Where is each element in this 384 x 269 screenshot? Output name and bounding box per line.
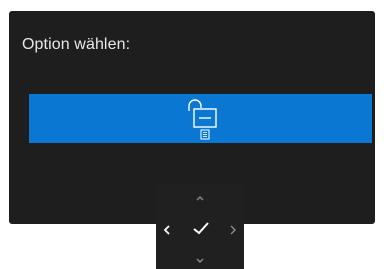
document-icon	[200, 129, 210, 140]
chevron-left-icon[interactable]	[157, 220, 177, 240]
unlock-icon	[188, 99, 217, 140]
chevron-down-icon[interactable]	[190, 250, 210, 269]
monitor-osd-screen: Option wählen:	[0, 0, 384, 269]
chevron-right-icon[interactable]	[223, 220, 243, 240]
osd-title: Option wählen:	[22, 36, 131, 53]
chevron-up-icon[interactable]	[190, 189, 210, 209]
checkmark-icon[interactable]	[190, 217, 212, 239]
